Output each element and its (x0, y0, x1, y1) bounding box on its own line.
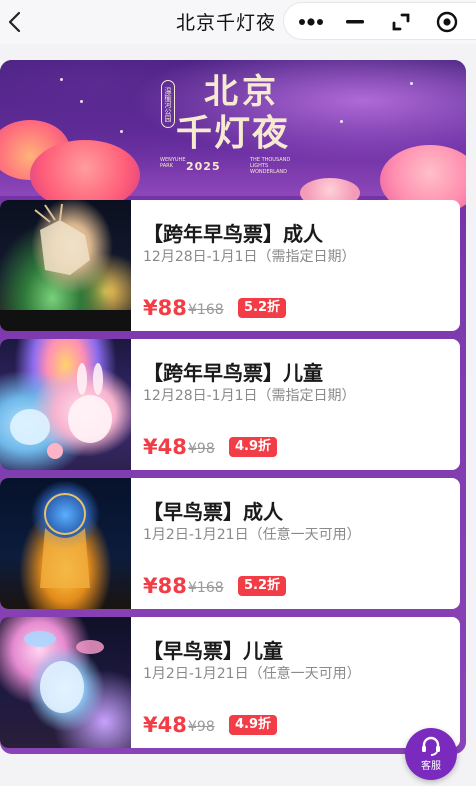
customer-service-button[interactable]: 客服 (405, 728, 457, 780)
ticket-card[interactable]: 【跨年早鸟票】儿童 12月28日-1月1日（需指定日期） ¥48 ¥98 4.9… (0, 339, 460, 470)
customer-service-label: 客服 (421, 761, 441, 772)
banner-subtitle-right: THE THOUSAND LIGHTS WONDERLAND (250, 157, 291, 175)
close-circle-icon (436, 11, 458, 33)
ticket-card[interactable]: 【早鸟票】成人 1月2日-1月21日（任意一天可用） ¥88 ¥168 5.2折 (0, 478, 460, 609)
star-decoration (60, 78, 63, 81)
ticket-price: ¥88 (143, 296, 187, 320)
ticket-image (0, 478, 131, 609)
minimize-button[interactable] (332, 3, 378, 41)
ticket-date: 12月28日-1月1日（需指定日期） (143, 249, 356, 265)
star-decoration (410, 82, 413, 85)
ticket-original-price: ¥168 (188, 302, 224, 318)
ticket-name: 【跨年早鸟票】儿童 (143, 361, 323, 385)
discount-badge: 5.2折 (238, 298, 287, 318)
star-decoration (80, 100, 83, 103)
star-decoration (340, 120, 343, 123)
ticket-price: ¥48 (143, 435, 187, 459)
event-banner: 温榆河公园 北京 千灯夜 WENYUHE PARK 2025 THE THOUS… (0, 60, 466, 215)
minimize-icon (346, 20, 364, 24)
banner-title-line2: 千灯夜 (175, 112, 290, 154)
scan-corner-icon (392, 13, 410, 31)
more-button[interactable] (288, 3, 334, 41)
ticket-price: ¥48 (143, 713, 187, 737)
banner-year: 2025 (186, 160, 221, 173)
ticket-name: 【早鸟票】成人 (143, 500, 283, 524)
banner-title-line1: 北京 (204, 72, 280, 112)
ticket-original-price: ¥98 (188, 441, 215, 457)
ticket-image (0, 339, 131, 470)
banner-title: 北京 千灯夜 (158, 72, 308, 154)
ticket-name: 【跨年早鸟票】成人 (143, 222, 323, 246)
ticket-image (0, 617, 131, 748)
top-navigation-bar: 北京千灯夜 (0, 0, 476, 44)
headset-icon (422, 736, 440, 756)
mini-program-capsule (283, 2, 476, 40)
discount-badge: 4.9折 (229, 715, 278, 735)
star-decoration (120, 130, 123, 133)
scan-button[interactable] (378, 3, 424, 41)
ticket-panel: 温榆河公园 北京 千灯夜 WENYUHE PARK 2025 THE THOUS… (0, 60, 466, 754)
discount-badge: 5.2折 (238, 576, 287, 596)
banner-subtitle-left: WENYUHE PARK (160, 157, 186, 169)
ticket-image (0, 200, 131, 331)
ticket-date: 1月2日-1月21日（任意一天可用） (143, 666, 361, 682)
ticket-date: 12月28日-1月1日（需指定日期） (143, 388, 356, 404)
back-chevron-icon (8, 11, 21, 33)
ticket-original-price: ¥168 (188, 580, 224, 596)
ticket-date: 1月2日-1月21日（任意一天可用） (143, 527, 361, 543)
rabbit-lantern-icon (10, 363, 112, 459)
ticket-card[interactable]: 【早鸟票】儿童 1月2日-1月21日（任意一天可用） ¥48 ¥98 4.9折 (0, 617, 460, 748)
ticket-card[interactable]: 【跨年早鸟票】成人 12月28日-1月1日（需指定日期） ¥88 ¥168 5.… (0, 200, 460, 331)
ticket-price: ¥88 (143, 574, 187, 598)
more-dots-icon (299, 18, 323, 26)
discount-badge: 4.9折 (229, 437, 278, 457)
close-button[interactable] (424, 3, 470, 41)
ticket-original-price: ¥98 (188, 719, 215, 735)
globe-lantern-icon (40, 493, 90, 588)
page-title: 北京千灯夜 (176, 12, 277, 34)
back-button[interactable] (0, 4, 28, 40)
deer-lantern-icon (0, 203, 131, 331)
fairy-lantern-icon (24, 631, 104, 713)
ticket-name: 【早鸟票】儿童 (143, 639, 283, 663)
